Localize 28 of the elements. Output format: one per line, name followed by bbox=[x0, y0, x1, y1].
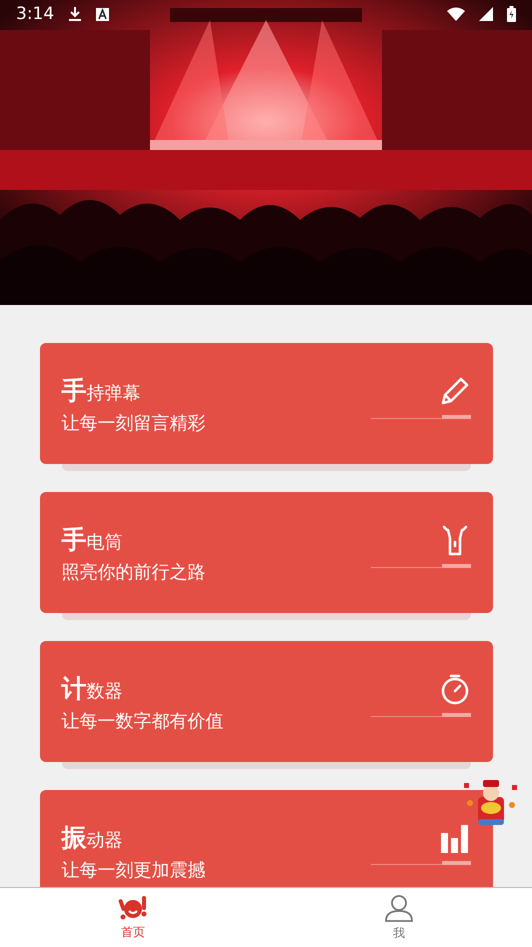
nav-tab[interactable]: 我 bbox=[266, 888, 532, 947]
card-title: 数器 bbox=[86, 680, 122, 703]
feature-card[interactable]: 手持弹幕 让每一刻留言精彩 bbox=[40, 343, 492, 464]
mascot-icon bbox=[118, 894, 148, 920]
feature-card[interactable]: 计数器 让每一数字都有价值 bbox=[40, 641, 492, 762]
wifi-icon bbox=[447, 7, 465, 21]
user-icon bbox=[384, 894, 414, 922]
bar-chart-icon bbox=[438, 822, 470, 852]
card-title: 持弹幕 bbox=[86, 382, 140, 405]
feature-card[interactable]: 手电筒 照亮你的前行之路 bbox=[40, 492, 492, 613]
mascot-sticker-drawing[interactable] bbox=[462, 777, 520, 827]
battery-icon bbox=[507, 6, 516, 22]
status-time: 3:14 bbox=[16, 4, 54, 24]
download-icon bbox=[68, 6, 82, 22]
card-title-lead: 手 bbox=[62, 375, 86, 407]
card-title-lead: 振 bbox=[62, 822, 86, 854]
signal-icon bbox=[479, 7, 493, 21]
card-subtitle: 照亮你的前行之路 bbox=[62, 561, 206, 584]
card-title: 电筒 bbox=[86, 531, 122, 554]
card-title-lead: 手 bbox=[62, 524, 86, 556]
card-title: 动器 bbox=[86, 829, 122, 852]
nav-tab[interactable]: 首页 bbox=[0, 888, 266, 947]
feature-card[interactable]: 振动器 让每一刻更加震撼 bbox=[40, 790, 492, 887]
card-title-lead: 计 bbox=[62, 673, 86, 705]
card-subtitle: 让每一刻更加震撼 bbox=[62, 859, 206, 882]
card-subtitle: 让每一数字都有价值 bbox=[62, 710, 224, 733]
card-subtitle: 让每一刻留言精彩 bbox=[62, 412, 206, 435]
keyboard-icon bbox=[96, 8, 110, 20]
